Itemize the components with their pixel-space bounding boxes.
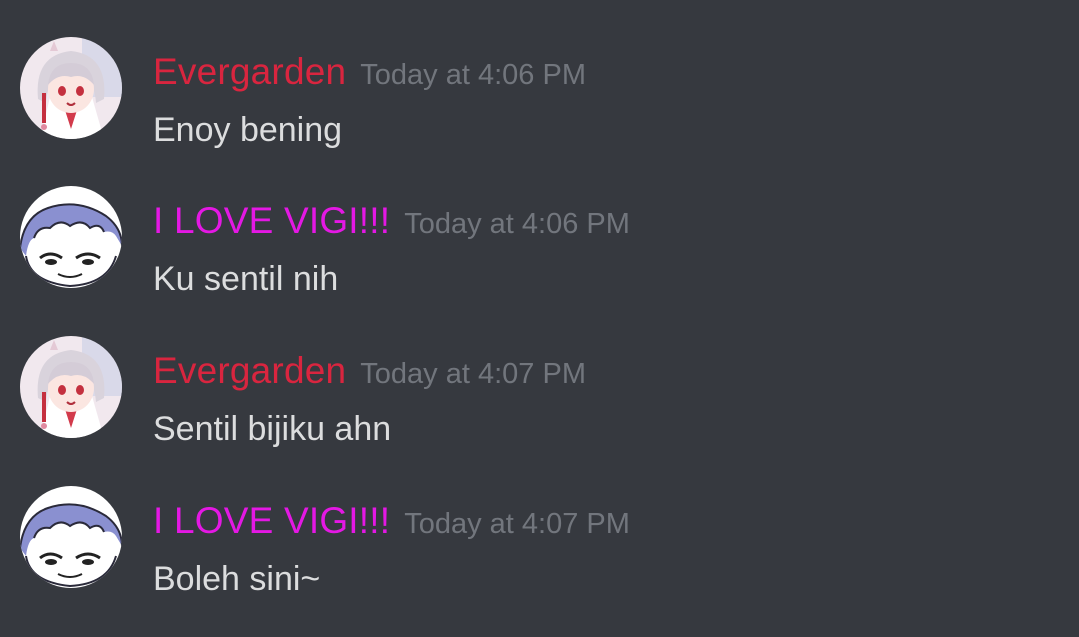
username[interactable]: Evergarden [153,350,346,391]
message-header: I LOVE VIGI!!! Today at 4:06 PM [153,200,630,241]
username[interactable]: Evergarden [153,51,346,92]
chat-message: Evergarden Today at 4:07 PM Sentil bijiku… [0,336,1079,476]
timestamp: Today at 4:06 PM [404,208,630,240]
message-header: Evergarden Today at 4:07 PM [153,350,586,391]
timestamp: Today at 4:07 PM [360,358,586,390]
anime-girl-avatar-icon[interactable] [20,37,122,139]
sketch-face-avatar-icon[interactable] [20,486,122,588]
message-content: Enoy bening [153,111,343,149]
message-header: Evergarden Today at 4:06 PM [153,51,586,92]
chat-message: Evergarden Today at 4:06 PM Enoy bening [0,37,1079,177]
sketch-face-avatar-icon[interactable] [20,186,122,288]
message-content: Boleh sini~ [153,560,321,598]
message-header: I LOVE VIGI!!! Today at 4:07 PM [153,500,630,541]
chat-message-list: Evergarden Today at 4:06 PM Enoy bening I… [0,0,1079,637]
anime-girl-avatar-icon[interactable] [20,336,122,438]
timestamp: Today at 4:06 PM [360,59,586,91]
message-content: Ku sentil nih [153,260,339,298]
message-content: Sentil bijiku ahn [153,410,392,448]
username[interactable]: I LOVE VIGI!!! [153,200,390,241]
chat-message: I LOVE VIGI!!! Today at 4:07 PM Boleh sin… [0,486,1079,626]
username[interactable]: I LOVE VIGI!!! [153,500,390,541]
timestamp: Today at 4:07 PM [404,508,630,540]
chat-message: I LOVE VIGI!!! Today at 4:06 PM Ku sentil… [0,186,1079,326]
